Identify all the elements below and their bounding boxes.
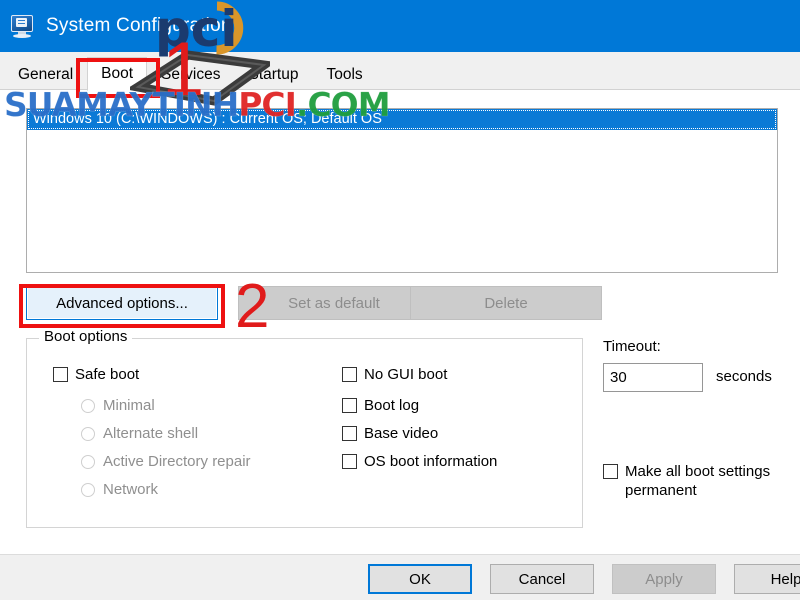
boot-options-group: Boot options Safe boot Minimal Alternate…	[26, 328, 583, 528]
base-video-label: Base video	[364, 425, 439, 442]
apply-label: Apply	[645, 570, 683, 588]
tab-services[interactable]: Services	[147, 59, 235, 90]
no-gui-boot-checkbox[interactable]: No GUI boot	[342, 366, 447, 383]
advanced-options-button[interactable]: Advanced options...	[26, 286, 218, 320]
safe-boot-network-radio[interactable]: Network	[81, 481, 158, 498]
list-item[interactable]: Windows 10 (C:\WINDOWS) : Current OS; De…	[27, 109, 777, 130]
set-as-default-button[interactable]: Set as default	[238, 286, 430, 320]
tab-tools[interactable]: Tools	[312, 59, 377, 90]
radio-icon	[81, 398, 95, 413]
help-button[interactable]: Help	[734, 564, 800, 594]
tab-boot[interactable]: Boot	[87, 57, 148, 91]
boot-log-label: Boot log	[364, 397, 420, 414]
safe-boot-checkbox[interactable]: Safe boot	[53, 366, 139, 383]
os-boot-information-checkbox[interactable]: OS boot information	[342, 453, 497, 470]
tab-strip: General Boot Services Startup Tools	[0, 52, 800, 91]
apply-button[interactable]: Apply	[612, 564, 716, 594]
base-video-checkbox[interactable]: Base video	[342, 425, 438, 442]
computer-monitor-icon	[10, 14, 36, 38]
safe-boot-label: Safe boot	[75, 366, 140, 383]
timeout-input[interactable]: 30	[603, 363, 703, 392]
ok-button[interactable]: OK	[368, 564, 472, 594]
set-as-default-label: Set as default	[288, 294, 380, 312]
make-boot-settings-permanent-checkbox[interactable]: Make all boot settings permanent	[603, 462, 788, 500]
tab-startup[interactable]: Startup	[234, 59, 313, 90]
os-entries-listbox[interactable]: Windows 10 (C:\WINDOWS) : Current OS; De…	[26, 108, 778, 273]
title-bar: System Configuration	[0, 0, 800, 52]
timeout-label: Timeout:	[603, 338, 661, 355]
delete-button[interactable]: Delete	[410, 286, 602, 320]
checkbox-icon	[342, 367, 357, 382]
cancel-button[interactable]: Cancel	[490, 564, 594, 594]
boot-log-checkbox[interactable]: Boot log	[342, 397, 419, 414]
minimal-label: Minimal	[103, 397, 155, 414]
boot-tab-panel: Windows 10 (C:\WINDOWS) : Current OS; De…	[0, 89, 800, 554]
no-gui-boot-label: No GUI boot	[364, 366, 448, 383]
ok-label: OK	[409, 570, 431, 588]
checkbox-icon	[342, 454, 357, 469]
checkbox-icon	[603, 464, 618, 479]
checkbox-icon	[53, 367, 68, 382]
dialog-button-bar: OK Cancel Apply Help	[0, 554, 800, 600]
checkbox-icon	[342, 398, 357, 413]
active-directory-repair-label: Active Directory repair	[103, 453, 251, 470]
safe-boot-alternate-shell-radio[interactable]: Alternate shell	[81, 425, 198, 442]
radio-icon	[81, 454, 95, 469]
make-boot-settings-permanent-label: Make all boot settings permanent	[625, 463, 771, 499]
safe-boot-active-directory-repair-radio[interactable]: Active Directory repair	[81, 453, 251, 470]
cancel-label: Cancel	[518, 570, 566, 588]
window-title: System Configuration	[46, 15, 232, 36]
boot-options-group-title: Boot options	[39, 328, 133, 345]
safe-boot-minimal-radio[interactable]: Minimal	[81, 397, 155, 414]
help-label: Help	[770, 570, 800, 588]
radio-icon	[81, 426, 95, 441]
os-boot-information-label: OS boot information	[364, 453, 498, 470]
advanced-options-label: Advanced options...	[56, 294, 188, 312]
alternate-shell-label: Alternate shell	[103, 425, 199, 442]
tab-general[interactable]: General	[4, 59, 88, 90]
network-label: Network	[103, 481, 159, 498]
system-configuration-window: System Configuration pci General Boot Se…	[0, 0, 800, 600]
timeout-units-label: seconds	[716, 368, 772, 385]
radio-icon	[81, 482, 95, 497]
checkbox-icon	[342, 426, 357, 441]
list-action-buttons: Advanced options... Set as default Delet…	[26, 286, 778, 320]
delete-label: Delete	[484, 294, 528, 312]
